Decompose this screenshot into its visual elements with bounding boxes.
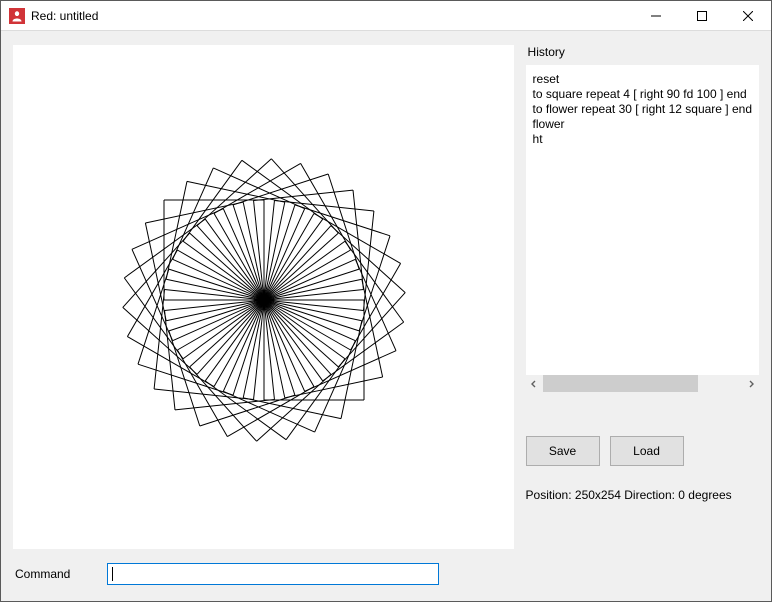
- command-label: Command: [15, 567, 89, 581]
- window-title: Red: untitled: [31, 9, 98, 23]
- scroll-track[interactable]: [543, 375, 742, 392]
- upper-row: History reset to square repeat 4 [ right…: [13, 45, 759, 553]
- app-icon: [9, 8, 25, 24]
- command-row: Command: [13, 563, 759, 591]
- content-area: History reset to square repeat 4 [ right…: [1, 31, 771, 601]
- save-button[interactable]: Save: [526, 436, 600, 466]
- scroll-thumb[interactable]: [543, 375, 699, 392]
- history-list[interactable]: reset to square repeat 4 [ right 90 fd 1…: [526, 65, 759, 375]
- app-window: Red: untitled History reset to square re…: [0, 0, 772, 602]
- command-input[interactable]: [107, 563, 439, 585]
- drawing-canvas: [13, 45, 514, 549]
- side-panel: History reset to square repeat 4 [ right…: [526, 45, 759, 553]
- minimize-button[interactable]: [633, 1, 679, 31]
- history-scrollbar[interactable]: [526, 375, 759, 392]
- load-button[interactable]: Load: [610, 436, 684, 466]
- text-caret: [112, 567, 113, 581]
- status-line: Position: 250x254 Direction: 0 degrees: [526, 488, 759, 502]
- close-button[interactable]: [725, 1, 771, 31]
- maximize-button[interactable]: [679, 1, 725, 31]
- scroll-right-icon[interactable]: [742, 375, 759, 392]
- titlebar: Red: untitled: [1, 1, 771, 31]
- button-row: Save Load: [526, 436, 759, 466]
- history-label: History: [528, 45, 759, 59]
